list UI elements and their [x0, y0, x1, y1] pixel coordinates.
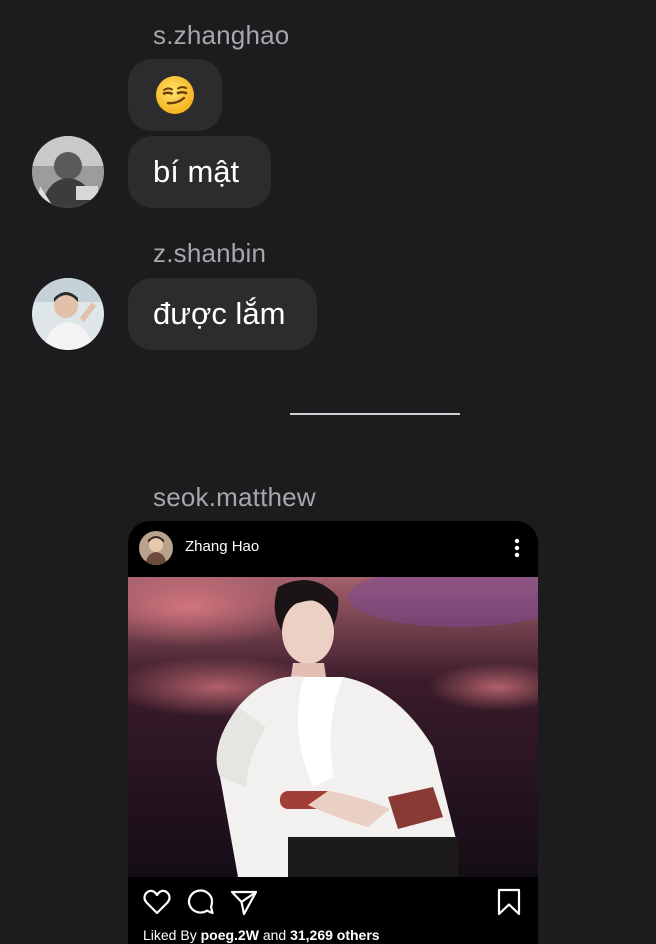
message-bubble-emoji[interactable] [128, 59, 222, 131]
post-author-name[interactable]: Zhang Hao [185, 538, 259, 555]
liked-by-user[interactable]: poeg.2W [201, 927, 259, 943]
likes-summary: Liked By poeg.2W and 31,269 others [143, 927, 380, 943]
post-photo[interactable] [128, 567, 538, 877]
message-text: được lắm [153, 296, 286, 331]
timestamp-divider [290, 413, 460, 415]
heart-icon[interactable] [142, 887, 172, 917]
sender-name: seok.matthew [153, 482, 316, 512]
bookmark-icon[interactable] [494, 887, 524, 917]
likes-join: and [262, 927, 287, 943]
paper-plane-icon[interactable] [229, 887, 259, 917]
avatar[interactable] [32, 278, 104, 350]
avatar[interactable] [32, 136, 104, 208]
sender-name: s.zhanghao [153, 20, 290, 50]
message-text: bí mật [153, 154, 240, 189]
message-bubble[interactable]: được lắm [128, 278, 317, 350]
chat-screen: s.zhanghao bí mật z.shanbin được lắm seo… [0, 0, 656, 944]
likes-prefix: Liked By [143, 927, 197, 943]
likes-others-count[interactable]: 31,269 others [290, 927, 380, 943]
smirk-emoji [155, 75, 195, 115]
sender-name: z.shanbin [153, 238, 267, 268]
comment-bubble-icon[interactable] [186, 887, 216, 917]
post-author-avatar[interactable] [139, 531, 173, 565]
message-bubble[interactable]: bí mật [128, 136, 271, 208]
post-header: Zhang Hao [128, 521, 538, 577]
shared-post[interactable]: Zhang Hao Liked By poeg.2W and 31,269 ot… [128, 521, 538, 944]
more-vertical-icon[interactable] [514, 538, 520, 558]
